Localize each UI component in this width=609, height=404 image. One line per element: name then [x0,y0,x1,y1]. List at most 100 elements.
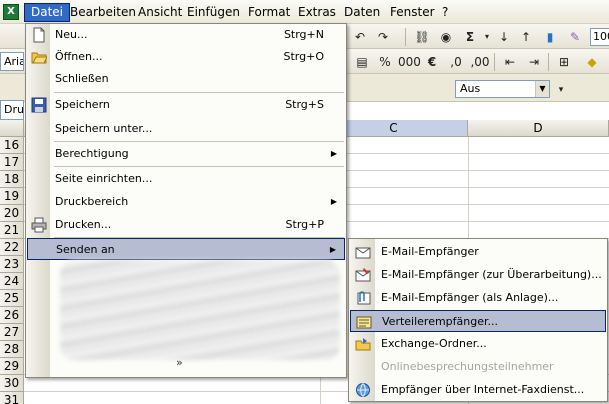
submenu-item-online-meeting: Onlinebesprechungsteilnehmer [350,356,606,378]
toolbar-separator [548,53,549,71]
menu-daten[interactable]: Daten [338,4,386,21]
row-header[interactable]: 31 [0,392,24,404]
column-header-d[interactable]: D [468,120,609,137]
menu-bar: X Datei Bearbeiten Ansicht Einfügen Form… [0,0,609,24]
file-menu: Neu... Strg+N Öffnen... Strg+O Schließen… [25,23,347,378]
menu-fenster[interactable]: Fenster [384,4,441,21]
menu-help[interactable]: ? [436,4,454,21]
row-header[interactable]: 29 [0,358,24,375]
menu-item-page-setup[interactable]: Seite einrichten... [27,168,345,190]
chevron-down-icon[interactable]: ▼ [535,81,549,97]
recent-files-blurred [60,260,340,360]
percent-style-button[interactable]: % [375,52,395,72]
globe-icon[interactable]: ◉ [436,27,456,47]
thousands-separator-icon[interactable]: 000 [398,52,421,72]
new-document-icon [33,27,45,43]
menu-extras[interactable]: Extras [292,4,342,21]
menu-item-send-to[interactable]: Senden an ▶ [27,238,345,260]
decrease-indent-icon[interactable]: ⇤ [500,52,520,72]
toolbar-options-icon[interactable]: ▾ [551,80,571,100]
redo-arrow-icon[interactable]: ↷ [373,27,393,47]
submenu-item-label: Onlinebesprechungsteilnehmer [381,360,554,373]
menu-einfuegen[interactable]: Einfügen [181,4,246,21]
menu-item-label: Senden an [56,243,115,256]
toolbar-separator [494,53,495,71]
expand-menu-icon[interactable]: » [176,356,183,369]
increase-decimal-icon[interactable]: ,0 [446,52,466,72]
row-header[interactable]: 18 [0,171,24,188]
menu-ansicht[interactable]: Ansicht [132,4,188,21]
decrease-decimal-icon[interactable]: ,00 [470,52,490,72]
mail-icon [355,247,371,259]
menu-item-shortcut: Strg+N [283,28,324,41]
menu-item-permission[interactable]: Berechtigung ▶ [27,143,345,165]
save-disk-icon [31,97,47,113]
menu-format[interactable]: Format [242,4,296,21]
menu-item-label: Druckbereich [55,195,129,208]
sort-ascending-icon[interactable]: ↓ [494,27,514,47]
menu-item-print-area[interactable]: Druckbereich ▶ [27,191,345,213]
row-header[interactable]: 26 [0,307,24,324]
submenu-item-mail-review[interactable]: E-Mail-Empfänger (zur Überarbeitung)... [350,264,606,286]
menu-bearbeiten[interactable]: Bearbeiten [64,4,142,21]
submenu-arrow-icon: ▶ [330,149,337,158]
font-name-box[interactable]: Aria [0,52,24,71]
row-header[interactable]: 20 [0,205,24,222]
increase-indent-icon[interactable]: ⇥ [524,52,544,72]
submenu-item-mail-recipient[interactable]: E-Mail-Empfänger [350,241,606,263]
submenu-item-label: Exchange-Ordner... [381,337,487,350]
euro-button[interactable]: € [422,52,442,72]
menu-item-open[interactable]: Öffnen... Strg+O [27,46,345,68]
submenu-arrow-icon: ▶ [330,197,337,206]
borders-icon[interactable]: ⊞ [554,52,574,72]
submenu-item-routing-recipient[interactable]: Verteilerempfänger... [350,310,606,332]
menu-item-label: Schließen [55,72,109,85]
row-header[interactable]: 19 [0,188,24,205]
menu-separator [54,92,344,93]
excel-app-icon[interactable]: X [3,4,19,20]
open-folder-icon [31,52,47,64]
submenu-item-internet-fax[interactable]: Empfänger über Internet-Faxdienst... [350,379,606,401]
submenu-arrow-icon: ▶ [329,245,336,254]
submenu-item-label: Verteilerempfänger... [382,315,499,328]
filter-select[interactable]: Aus ▼ [455,80,550,98]
row-header[interactable]: 23 [0,256,24,273]
menu-item-save-as[interactable]: Speichern unter... [27,118,345,140]
row-header[interactable]: 28 [0,341,24,358]
menu-item-new[interactable]: Neu... Strg+N [27,24,345,46]
zoom-box[interactable]: 100 [590,28,609,46]
menu-item-save[interactable]: Speichern Strg+S [27,94,345,116]
menu-item-label: Neu... [55,28,88,41]
hyperlink-icon[interactable]: ⛓ [412,27,432,47]
menu-item-shortcut: Strg+O [283,50,324,63]
menu-item-label: Drucken... [55,218,112,231]
fill-color-icon[interactable]: ◆ [582,52,602,72]
menu-separator [54,141,344,142]
undo-arrow-icon[interactable]: ↶ [350,27,370,47]
row-header[interactable]: 25 [0,290,24,307]
name-box[interactable]: Dru [0,100,24,120]
menu-item-print[interactable]: Drucken... Strg+P [27,214,345,236]
menu-item-close[interactable]: Schließen [27,68,345,90]
menu-item-label: Berechtigung [55,147,129,160]
sort-descending-icon[interactable]: ↑ [516,27,536,47]
submenu-item-exchange-folder[interactable]: Exchange-Ordner... [350,333,606,355]
row-header[interactable]: 24 [0,273,24,290]
merge-center-icon[interactable]: ▤ [352,52,372,72]
select-all-corner[interactable] [0,120,24,137]
menu-item-label: Öffnen... [55,50,103,63]
row-header[interactable]: 21 [0,222,24,239]
row-header[interactable]: 16 [0,137,24,154]
chart-wizard-icon[interactable]: ▮ [540,27,560,47]
row-header[interactable]: 30 [0,375,24,392]
drawing-icon[interactable]: ✎ [565,27,585,47]
attachment-icon [357,291,371,305]
row-header[interactable]: 27 [0,324,24,341]
row-header[interactable]: 22 [0,239,24,256]
row-header[interactable]: 17 [0,154,24,171]
menu-item-shortcut: Strg+P [285,218,324,231]
submenu-item-mail-attachment[interactable]: E-Mail-Empfänger (als Anlage)... [350,287,606,309]
menu-item-label: Speichern [55,98,110,111]
submenu-item-label: E-Mail-Empfänger (als Anlage)... [381,291,559,304]
menu-item-label: Seite einrichten... [55,172,153,185]
